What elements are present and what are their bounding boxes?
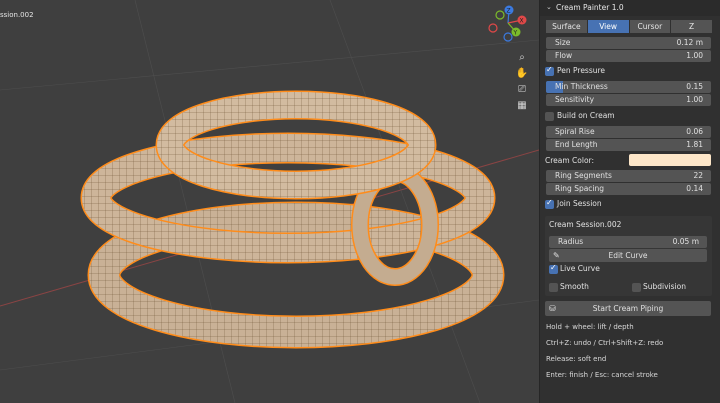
hand-icon[interactable]: ✋ (515, 67, 529, 81)
grid-icon[interactable]: ▦ (515, 99, 529, 113)
properties-panel: ⌄ Cream Painter 1.0 Surface View Cursor … (539, 0, 720, 403)
gizmo-y-label: Y (513, 30, 518, 37)
flow-field[interactable]: Flow 1.00 (546, 50, 711, 62)
3d-viewport[interactable]: X Y Z ssion.002 ⌕ ✋ ⎚ ▦ (0, 0, 539, 403)
spiral-rise-field[interactable]: Spiral Rise 0.06 (546, 126, 711, 138)
smooth-checkbox[interactable] (549, 283, 558, 292)
zoom-icon[interactable]: ⌕ (515, 51, 529, 65)
ring-spacing-field[interactable]: Ring Spacing 0.14 (546, 183, 711, 195)
help-line: Ctrl+Z: undo / Ctrl+Shift+Z: redo (546, 339, 664, 347)
sensitivity-field[interactable]: Sensitivity 1.00 (546, 94, 711, 106)
build-on-cream-label: Build on Cream (557, 111, 615, 120)
start-cream-piping-button[interactable]: ⛁ Start Cream Piping (545, 301, 711, 316)
scene-canvas[interactable]: X Y Z (0, 0, 539, 403)
edit-curve-icon: ✎ (553, 251, 560, 260)
subdivision-checkbox[interactable] (632, 283, 641, 292)
subdivision-label: Subdivision (643, 282, 686, 291)
pen-pressure-checkbox[interactable] (545, 65, 554, 76)
gizmo-neg-z[interactable] (503, 32, 513, 42)
session-name: Cream Session.002 (549, 220, 622, 229)
panel-title: Cream Painter 1.0 (556, 3, 624, 12)
navigation-gizmo[interactable]: X Y Z (488, 5, 527, 42)
help-line: Enter: finish / Esc: cancel stroke (546, 371, 658, 379)
size-field[interactable]: Size 0.12 m (546, 37, 711, 49)
session-box: Cream Session.002 Radius 0.05 m ✎ Edit Cu… (545, 216, 712, 296)
smooth-label: Smooth (560, 282, 589, 291)
gizmo-neg-y[interactable] (495, 10, 505, 20)
piping-bag-icon: ⛁ (549, 304, 556, 313)
tab-surface[interactable]: Surface (546, 20, 588, 33)
ring-segments-field[interactable]: Ring Segments 22 (546, 170, 711, 182)
help-line: Release: soft end (546, 355, 607, 363)
live-curve-label: Live Curve (560, 264, 600, 273)
radius-field[interactable]: Radius 0.05 m (549, 236, 707, 248)
tab-view[interactable]: View (587, 20, 630, 33)
gizmo-z-label: Z (507, 8, 511, 15)
join-session-label: Join Session (557, 199, 602, 208)
panel-header[interactable]: ⌄ Cream Painter 1.0 (540, 0, 720, 16)
end-length-field[interactable]: End Length 1.81 (546, 139, 711, 151)
object-name-label: ssion.002 (0, 11, 34, 19)
grid-line (0, 39, 539, 91)
tab-cursor[interactable]: Cursor (629, 20, 672, 33)
pen-pressure-label: Pen Pressure (557, 66, 606, 75)
cream-color-swatch[interactable] (629, 154, 711, 166)
edit-curve-button[interactable]: ✎ Edit Curve (549, 249, 707, 262)
view-tabs: Surface View Cursor Z (546, 20, 712, 33)
live-curve-checkbox[interactable] (549, 263, 558, 274)
collapse-chevron-icon[interactable]: ⌄ (546, 3, 552, 11)
join-session-checkbox[interactable] (545, 198, 554, 209)
build-on-cream-checkbox[interactable] (545, 112, 554, 121)
help-line: Hold + wheel: lift / depth (546, 323, 634, 331)
camera-icon[interactable]: ⎚ (515, 83, 529, 97)
gizmo-x-label: X (520, 18, 524, 25)
cream-color-label: Cream Color: (545, 156, 595, 165)
tab-z[interactable]: Z (671, 20, 712, 33)
min-thickness-field[interactable]: Min Thickness 0.15 (546, 81, 711, 93)
gizmo-neg-x[interactable] (488, 23, 498, 33)
